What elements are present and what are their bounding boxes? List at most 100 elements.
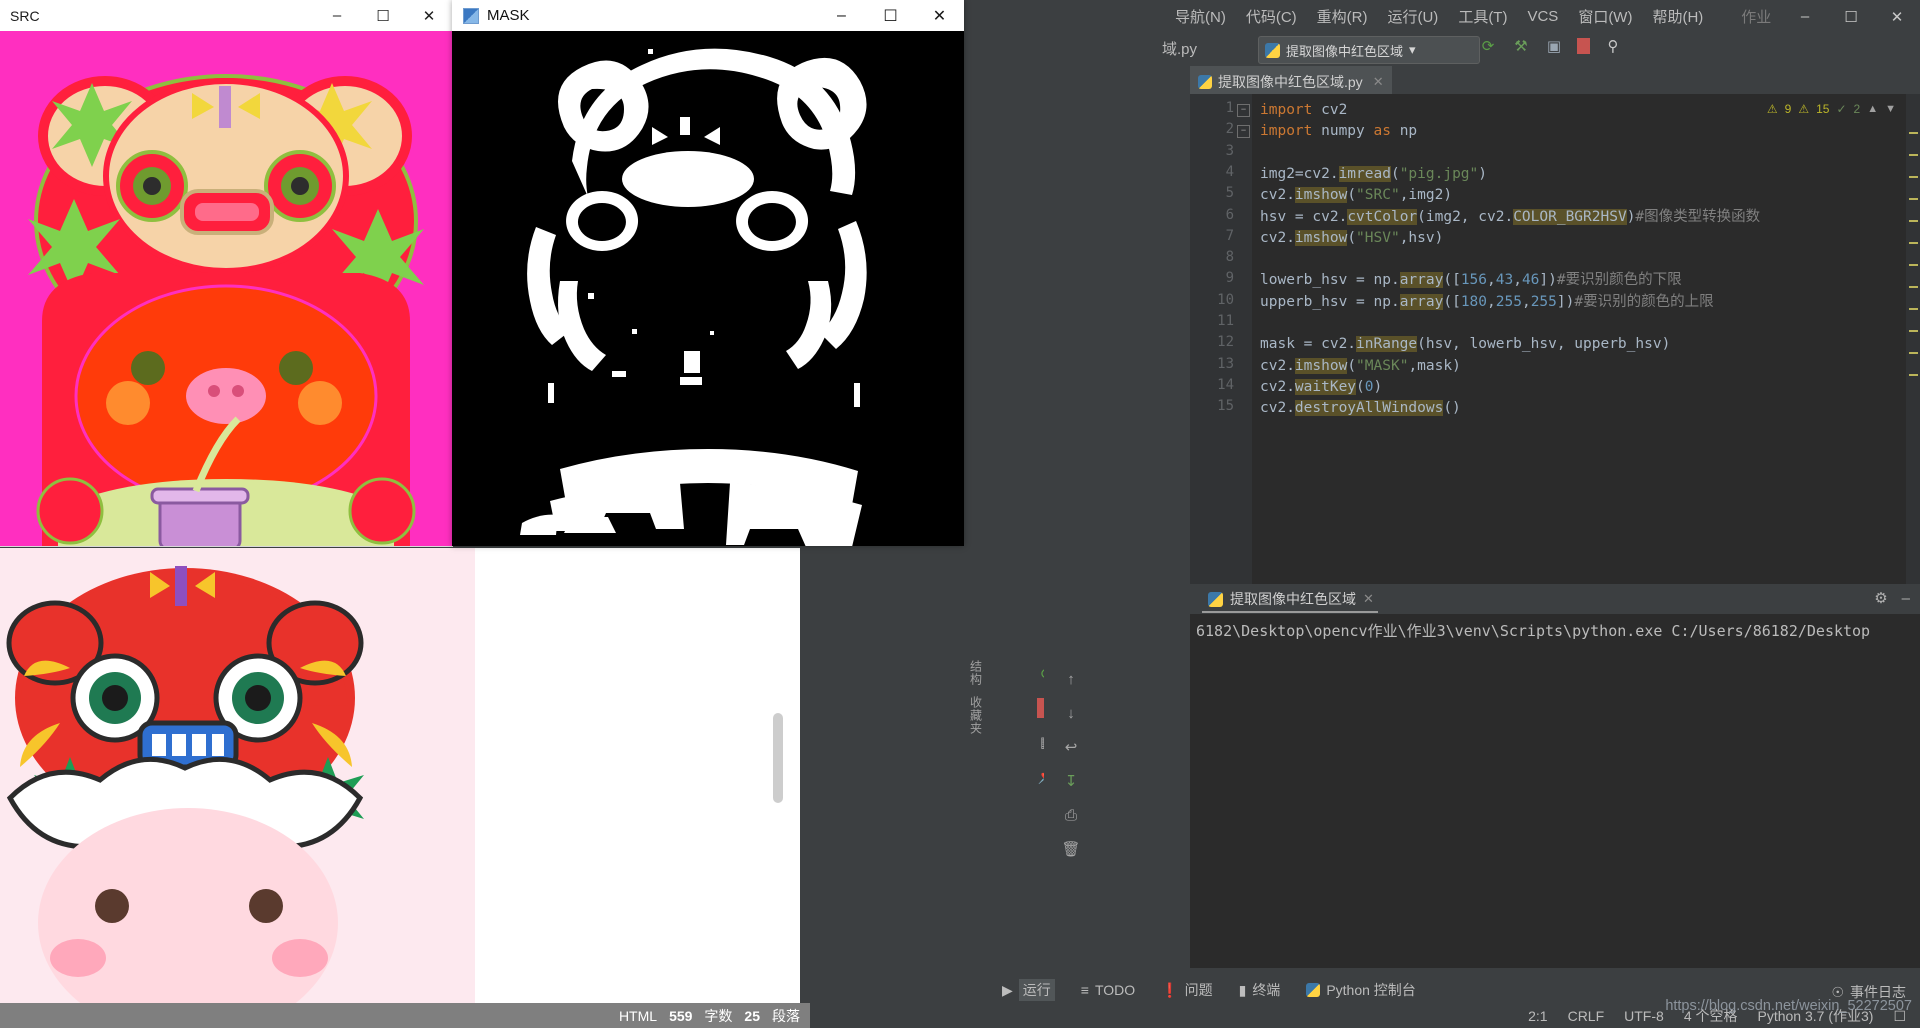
src-minimize-button[interactable]: – <box>314 0 360 31</box>
line-number: 5 <box>1225 185 1234 202</box>
stripe-mark[interactable] <box>1909 330 1918 332</box>
document-scrollbar[interactable] <box>773 713 783 803</box>
menu-item-window[interactable]: 窗口(W) <box>1578 6 1632 27</box>
close-icon[interactable]: ✕ <box>1373 74 1384 90</box>
run-console[interactable]: 6182\Desktop\opencv作业\作业3\venv\Scripts\p… <box>1190 614 1920 968</box>
code-line[interactable]: mask = cv2.inRange(hsv, lowerb_hsv, uppe… <box>1260 334 1670 355</box>
down-arrow-icon[interactable]: ↓ <box>1054 698 1088 728</box>
run-configuration-selector[interactable]: 提取图像中红色区域 ▾ <box>1258 36 1480 64</box>
tool-strip-structure[interactable]: 结构 <box>968 660 985 686</box>
run-window-tools: ⚙ – <box>1874 589 1910 608</box>
minimize-icon[interactable]: – <box>1902 590 1910 607</box>
editor-tab-bar: 提取图像中红色区域.py ✕ <box>1190 66 1920 96</box>
code-line[interactable]: import numpy as np <box>1260 121 1417 142</box>
code-line[interactable]: cv2.waitKey(0) <box>1260 377 1382 398</box>
src-close-button[interactable]: ✕ <box>406 0 452 31</box>
code-line[interactable]: img2=cv2.imread("pig.jpg") <box>1260 164 1487 185</box>
fold-icon[interactable]: − <box>1237 104 1250 117</box>
gear-icon[interactable]: ⚙ <box>1874 589 1887 607</box>
menu-item-refactor[interactable]: 重构(R) <box>1317 6 1368 27</box>
editor-tab-active[interactable]: 提取图像中红色区域.py ✕ <box>1190 66 1392 96</box>
mask-image <box>452 31 964 546</box>
menu-item-help[interactable]: 帮助(H) <box>1652 6 1703 27</box>
up-arrow-icon[interactable]: ↑ <box>1054 664 1088 694</box>
chevron-down-icon[interactable]: ▼ <box>1885 103 1896 115</box>
stripe-mark[interactable] <box>1909 132 1918 134</box>
stripe-mark[interactable] <box>1909 374 1918 376</box>
line-separator[interactable]: CRLF <box>1568 1008 1605 1024</box>
src-maximize-button[interactable]: ☐ <box>360 0 406 31</box>
run-actions-rail: ↑ ↓ ↩ ↧ ⎙ 🗑 <box>1044 660 1098 968</box>
ide-maximize-button[interactable]: ☐ <box>1828 0 1874 33</box>
caret-position[interactable]: 2:1 <box>1528 1008 1547 1024</box>
tool-button-problems-label: 问题 <box>1184 982 1213 998</box>
menu-item-tools[interactable]: 工具(T) <box>1458 6 1507 27</box>
watermark: https://blog.csdn.net/weixin_52272507 <box>1665 998 1912 1014</box>
menu-item-run[interactable]: 运行(U) <box>1387 6 1438 27</box>
run-tab-underline <box>1202 611 1378 613</box>
code-line[interactable]: cv2.imshow("SRC",img2) <box>1260 185 1452 206</box>
code-line[interactable]: cv2.destroyAllWindows() <box>1260 398 1461 419</box>
fold-icon[interactable]: − <box>1237 125 1250 139</box>
code-line[interactable]: cv2.imshow("MASK",mask) <box>1260 356 1461 377</box>
error-stripe[interactable] <box>1906 94 1920 584</box>
stripe-mark[interactable] <box>1909 176 1918 178</box>
warning-icon: ⚠ <box>1766 102 1778 116</box>
tool-button-run[interactable]: ▶ 运行 <box>1002 979 1055 1001</box>
tool-button-terminal[interactable]: ▮ 终端 <box>1239 980 1281 1000</box>
scroll-to-end-icon[interactable]: ↧ <box>1054 766 1088 796</box>
mask-maximize-button[interactable]: ☐ <box>866 0 915 31</box>
stop-icon[interactable] <box>1577 38 1590 54</box>
mask-minimize-button[interactable]: – <box>817 0 866 31</box>
tool-button-todo[interactable]: ≡ TODO <box>1081 982 1135 998</box>
mask-title-bar[interactable]: MASK – ☐ ✕ <box>452 0 964 31</box>
stripe-mark[interactable] <box>1909 308 1918 310</box>
stripe-mark[interactable] <box>1909 198 1918 200</box>
ide-minimize-button[interactable]: – <box>1782 0 1828 33</box>
src-window-title: SRC <box>10 7 40 24</box>
stripe-mark[interactable] <box>1909 352 1918 354</box>
src-window-controls: – ☐ ✕ <box>314 0 452 31</box>
src-title-bar[interactable]: SRC – ☐ ✕ <box>0 0 452 31</box>
menu-item-code[interactable]: 代码(C) <box>1246 6 1297 27</box>
tool-strip-favorites[interactable]: 收藏夹 <box>968 696 985 735</box>
mask-close-button[interactable]: ✕ <box>915 0 964 31</box>
stripe-mark[interactable] <box>1909 286 1918 288</box>
weak-warning-count: 15 <box>1816 102 1830 116</box>
line-number: 12 <box>1217 334 1234 351</box>
run-tab[interactable]: 提取图像中红色区域 ✕ <box>1202 586 1380 612</box>
close-icon[interactable]: ✕ <box>1363 591 1374 607</box>
chevron-down-icon[interactable]: ▾ <box>1409 42 1416 58</box>
coverage-icon[interactable]: ▣ <box>1544 36 1564 56</box>
code-line[interactable]: hsv = cv2.cvtColor(img2, cv2.COLOR_BGR2H… <box>1260 207 1760 228</box>
code-line[interactable]: import cv2 <box>1260 100 1347 121</box>
mask-binary-image <box>452 31 964 546</box>
code-editor[interactable]: 1−2−3 4 5 6 7 8 9 10 11 12 13 14 15 import cv2 import… <box>1190 94 1920 584</box>
file-encoding[interactable]: UTF-8 <box>1624 1008 1664 1024</box>
menu-item-vcs[interactable]: VCS <box>1527 8 1558 25</box>
stripe-mark[interactable] <box>1909 154 1918 156</box>
run-tool-window: 提取图像中红色区域 ✕ ⚙ – 6182\Desktop\opencv作业\作业… <box>1190 584 1920 968</box>
code-line[interactable]: upperb_hsv = np.array([180,255,255])#要识别… <box>1260 292 1714 313</box>
src-pig-illustration <box>0 31 452 546</box>
chevron-up-icon[interactable]: ▲ <box>1867 103 1878 115</box>
mask-window-controls: – ☐ ✕ <box>817 0 964 31</box>
line-number: 14 <box>1217 376 1234 393</box>
stripe-mark[interactable] <box>1909 264 1918 266</box>
tool-button-terminal-label: 终端 <box>1252 982 1281 998</box>
stripe-mark[interactable] <box>1909 242 1918 244</box>
code-line[interactable]: cv2.imshow("HSV",hsv) <box>1260 228 1443 249</box>
debug-icon[interactable]: ⚒ <box>1511 36 1531 56</box>
run-icon[interactable]: ⟳ <box>1478 36 1498 56</box>
ide-close-button[interactable]: ✕ <box>1874 0 1920 33</box>
trash-icon[interactable]: 🗑 <box>1054 834 1088 864</box>
menu-item-navigate[interactable]: 导航(N) <box>1175 6 1226 27</box>
search-icon[interactable]: ⚲ <box>1603 36 1623 56</box>
tool-button-python-console[interactable]: Python 控制台 <box>1306 980 1416 1000</box>
soft-wrap-icon[interactable]: ↩ <box>1054 732 1088 762</box>
document-page[interactable] <box>475 548 800 1003</box>
tool-button-problems[interactable]: ❗ 问题 <box>1161 980 1212 1000</box>
stripe-mark[interactable] <box>1909 220 1918 222</box>
code-line[interactable]: lowerb_hsv = np.array([156,43,46])#要识别颜色… <box>1260 270 1682 291</box>
print-icon[interactable]: ⎙ <box>1054 800 1088 830</box>
